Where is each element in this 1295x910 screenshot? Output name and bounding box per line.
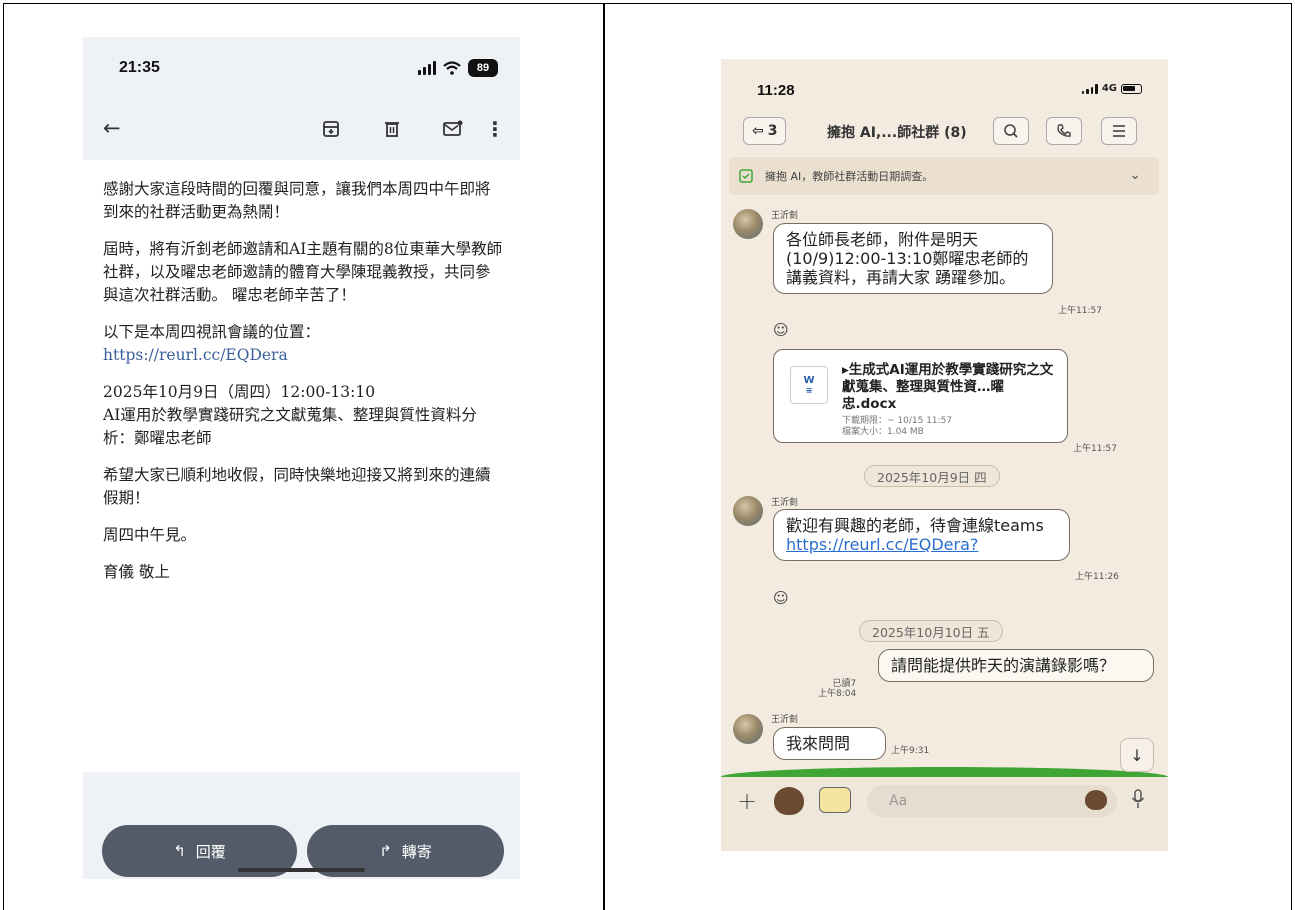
gmail-screenshot: 21:35 89 ← ⋮ 感謝大家這段時間的回覆與同意，讓我們本周四中午即將到來… bbox=[83, 37, 520, 879]
more-vert-icon[interactable]: ⋮ bbox=[483, 117, 507, 141]
gmail-top-bar bbox=[83, 37, 520, 160]
email-paragraph: 感謝大家這段時間的回覆與同意，讓我們本周四中午即將到來的社群活動更為熱鬧！ bbox=[103, 180, 491, 221]
message-time: 上午8:04 bbox=[818, 689, 857, 699]
arrow-down-icon: ↓ bbox=[1130, 745, 1144, 765]
search-button[interactable] bbox=[993, 117, 1029, 145]
search-icon bbox=[1004, 124, 1018, 138]
back-button[interactable]: ⇦ 3 bbox=[743, 117, 787, 145]
trash-icon[interactable] bbox=[380, 117, 404, 141]
message-bubble[interactable]: 歡迎有興趣的老師，待會連線teams https://reurl.cc/EQDe… bbox=[773, 509, 1070, 561]
status-icons: 89 bbox=[418, 59, 498, 77]
line-chat-screenshot: 11:28 4G ⇦ 3 擁抱 AI,...師社群 (8) 擁抱 AI，教師社群… bbox=[721, 59, 1168, 851]
table-column-divider bbox=[603, 3, 605, 910]
battery-icon: 89 bbox=[468, 59, 498, 77]
file-attachment[interactable]: W ≡ ▸生成式AI運用於教學實踐研究之文獻蒐集、整理與質性資…曜忠.docx 下… bbox=[773, 349, 1068, 443]
forward-label: 轉寄 bbox=[401, 842, 432, 861]
phone-icon bbox=[1057, 124, 1071, 137]
announcement-bar[interactable]: 擁抱 AI，教師社群活動日期調查。 ⌄ bbox=[729, 157, 1159, 195]
status-icons: 4G bbox=[1081, 83, 1142, 94]
image-icon[interactable] bbox=[819, 787, 851, 813]
message-bubble[interactable]: 各位師長老師，附件是明天(10/9)12:00-13:10鄭曜忠老師的講義資料，… bbox=[773, 223, 1053, 294]
decorative-grass bbox=[721, 767, 1168, 777]
unread-count: 3 bbox=[767, 123, 778, 139]
call-button[interactable] bbox=[1046, 117, 1082, 145]
email-paragraph: 周四中午見。 bbox=[103, 526, 197, 544]
avatar[interactable] bbox=[733, 209, 763, 239]
network-label: 4G bbox=[1101, 83, 1117, 94]
file-name: ▸生成式AI運用於教學實踐研究之文獻蒐集、整理與質性資…曜忠.docx bbox=[842, 362, 1054, 412]
read-count: 已讀7 bbox=[832, 679, 857, 689]
avatar[interactable] bbox=[733, 496, 763, 526]
mark-unread-icon[interactable] bbox=[441, 117, 465, 141]
email-paragraph: 希望大家已順利地收假，同時快樂地迎接又將到來的連續假期！ bbox=[103, 466, 491, 507]
chat-title: 擁抱 AI,...師社群 (8) bbox=[827, 125, 967, 141]
chat-header: ⇦ 3 擁抱 AI,...師社群 (8) bbox=[721, 111, 1168, 159]
meeting-link[interactable]: https://reurl.cc/EQDera bbox=[103, 346, 288, 364]
reaction-icon[interactable]: ☺ bbox=[773, 321, 789, 339]
my-message-bubble[interactable]: 請問能提供昨天的演講錄影嗎？ bbox=[878, 649, 1154, 682]
read-receipt: 已讀7 上午8:04 bbox=[818, 679, 856, 699]
plus-icon[interactable]: + bbox=[737, 787, 757, 815]
email-paragraph: 屆時，將有沂釗老師邀請和AI主題有關的8位東華大學教師社群，以及曜忠老師邀請的體… bbox=[103, 240, 503, 304]
message-time: 上午11:57 bbox=[1058, 306, 1102, 316]
event-date: 2025年10月9日（周四）12:00-13:10 bbox=[103, 383, 376, 401]
announcement-text: 擁抱 AI，教師社群活動日期調查。 bbox=[765, 170, 934, 183]
microphone-icon[interactable] bbox=[1131, 789, 1145, 814]
back-arrow-icon: ⇦ bbox=[752, 123, 764, 139]
back-arrow-icon[interactable]: ← bbox=[103, 116, 121, 140]
status-time: 21:35 bbox=[119, 59, 160, 76]
sender-name: 王沂釗 bbox=[771, 498, 799, 508]
email-body: 感謝大家這段時間的回覆與同意，讓我們本周四中午即將到來的社群活動更為熱鬧！ 屆時… bbox=[103, 178, 503, 598]
date-separator: 2025年10月9日 四 bbox=[864, 465, 1000, 487]
hamburger-icon bbox=[1113, 125, 1125, 137]
battery-icon bbox=[1121, 83, 1142, 94]
gmail-bottom-bar: ↰ 回覆 ↱ 轉寄 bbox=[83, 772, 520, 879]
message-input[interactable]: Aa bbox=[867, 785, 1117, 817]
sender-name: 王沂釗 bbox=[771, 715, 799, 725]
avatar[interactable] bbox=[733, 714, 763, 744]
scroll-down-button[interactable]: ↓ bbox=[1120, 738, 1154, 772]
sticker-bear-icon[interactable] bbox=[774, 787, 804, 815]
reaction-icon[interactable]: ☺ bbox=[773, 589, 789, 607]
event-topic: AI運用於教學實踐研究之文獻蒐集、整理與質性資料分析：鄭曜忠老師 bbox=[103, 406, 477, 447]
message-input-bar: + Aa bbox=[721, 777, 1168, 851]
reply-label: 回覆 bbox=[195, 842, 226, 861]
message-text: 歡迎有興趣的老師，待會連線teams bbox=[786, 516, 1044, 535]
home-indicator bbox=[238, 868, 365, 872]
signal-icon bbox=[1081, 83, 1098, 94]
message-bubble[interactable]: 我來問問 bbox=[773, 727, 886, 760]
message-link[interactable]: https://reurl.cc/EQDera? bbox=[786, 535, 978, 554]
message-time: 上午11:57 bbox=[1073, 444, 1117, 454]
emoji-icon[interactable] bbox=[1085, 790, 1107, 810]
date-separator: 2025年10月10日 五 bbox=[859, 620, 1003, 642]
message-time: 上午11:26 bbox=[1075, 572, 1119, 582]
file-meta: 下載期限：~ 10/15 11:57 檔案大小：1.04 MB bbox=[842, 416, 952, 438]
status-time: 11:28 bbox=[757, 82, 795, 99]
archive-icon[interactable] bbox=[319, 117, 343, 141]
file-size: 檔案大小：1.04 MB bbox=[842, 427, 924, 437]
word-document-icon: W ≡ bbox=[790, 366, 828, 404]
event-details: 2025年10月9日（周四）12:00-13:10 AI運用於教學實踐研究之文獻… bbox=[103, 381, 503, 450]
reply-icon: ↰ bbox=[173, 842, 186, 860]
forward-icon: ↱ bbox=[379, 842, 392, 860]
file-expiry: 下載期限：~ 10/15 11:57 bbox=[842, 416, 953, 426]
signal-icon bbox=[418, 61, 436, 75]
location-intro: 以下是本周四視訊會議的位置： bbox=[103, 323, 321, 341]
email-paragraph-location: 以下是本周四視訊會議的位置： https://reurl.cc/EQDera bbox=[103, 321, 503, 367]
sender-name: 王沂釗 bbox=[771, 211, 799, 221]
poll-icon bbox=[739, 169, 753, 183]
wifi-icon bbox=[443, 61, 461, 75]
message-time: 上午9:31 bbox=[891, 746, 930, 756]
menu-button[interactable] bbox=[1101, 117, 1137, 145]
chevron-down-icon[interactable]: ⌄ bbox=[1129, 167, 1141, 183]
email-signature: 育儀 敬上 bbox=[103, 563, 170, 581]
